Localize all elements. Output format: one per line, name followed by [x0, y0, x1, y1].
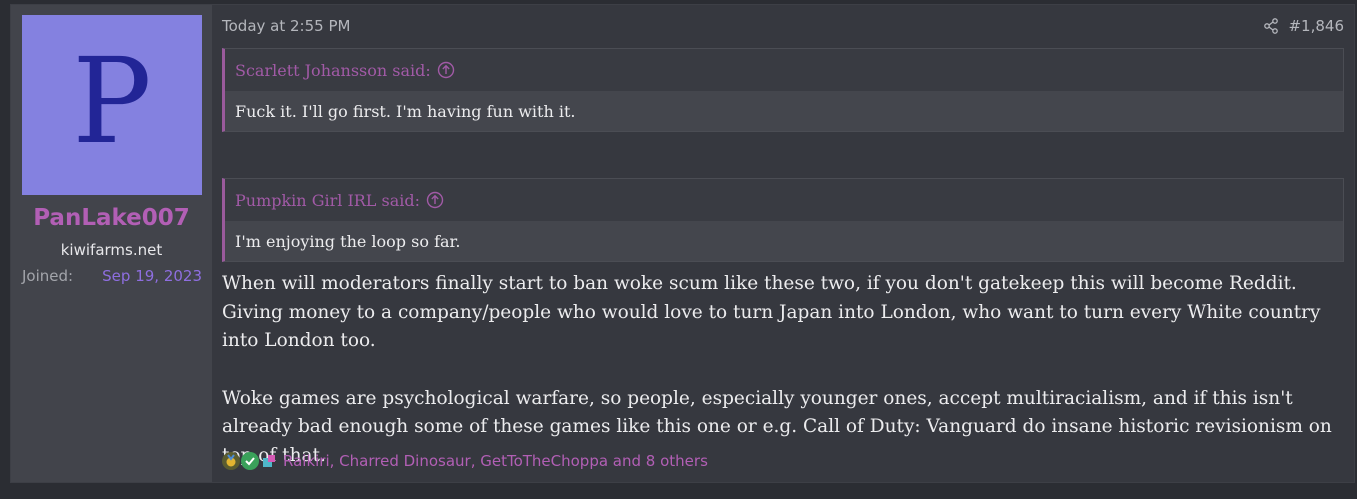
check-reaction-icon: [241, 452, 259, 470]
quote-block: Scarlett Johansson said: Fuck it. I'll g…: [222, 48, 1344, 132]
quote-block: Pumpkin Girl IRL said: I'm enjoying the …: [222, 178, 1344, 262]
reaction-icons: [222, 452, 279, 470]
post: P PanLake007 kiwifarms.net Joined: Sep 1…: [10, 4, 1355, 483]
user-title: kiwifarms.net: [60, 241, 163, 259]
post-paragraph: When will moderators finally start to ba…: [222, 273, 1321, 351]
share-icon[interactable]: [1263, 18, 1279, 34]
avatar-letter: P: [72, 32, 152, 170]
quote-header: Pumpkin Girl IRL said:: [225, 179, 1343, 221]
joined-date: Sep 19, 2023: [102, 267, 202, 285]
puzzle-reaction-icon: [260, 452, 278, 470]
reactions-bar[interactable]: Raikiri, Charred Dinosaur, GetToTheChopp…: [222, 452, 708, 470]
joined-label: Joined:: [22, 267, 74, 285]
quote-jump-icon[interactable]: [437, 61, 455, 79]
user-sidebar: P PanLake007 kiwifarms.net Joined: Sep 1…: [11, 5, 212, 482]
quote-author[interactable]: Pumpkin Girl IRL said:: [235, 191, 420, 210]
reactions-list[interactable]: Raikiri, Charred Dinosaur, GetToTheChopp…: [283, 452, 708, 470]
quote-header: Scarlett Johansson said:: [225, 49, 1343, 91]
quote-text: Fuck it. I'll go first. I'm having fun w…: [225, 91, 1343, 131]
post-time[interactable]: Today at 2:55 PM: [222, 17, 350, 35]
quote-jump-icon[interactable]: [426, 191, 444, 209]
medal-reaction-icon: [222, 452, 240, 470]
post-main: Today at 2:55 PM #1,846 Scarlett Johanss…: [212, 5, 1354, 482]
quote-author[interactable]: Scarlett Johansson said:: [235, 61, 431, 80]
avatar[interactable]: P: [22, 15, 202, 195]
quote-text: I'm enjoying the loop so far.: [225, 221, 1343, 261]
username[interactable]: PanLake007: [11, 205, 212, 231]
post-number[interactable]: #1,846: [1288, 17, 1344, 35]
